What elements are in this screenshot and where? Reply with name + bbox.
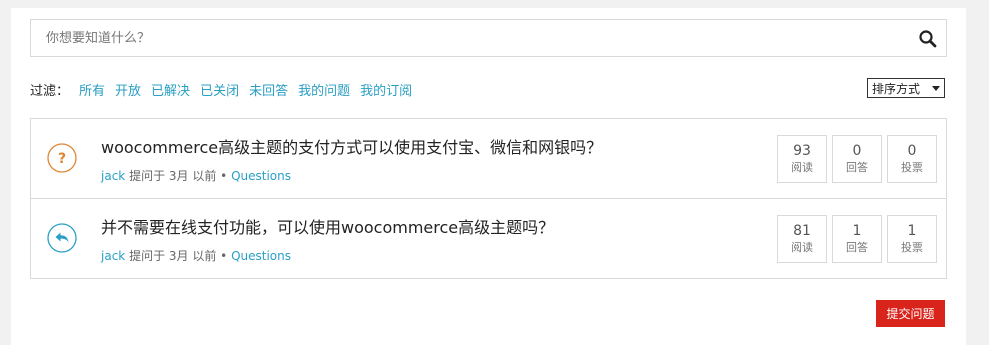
filter-resolved[interactable]: 已解决: [151, 80, 190, 99]
author-link[interactable]: jack: [101, 249, 125, 263]
question-title[interactable]: woocommerce高级主题的支付方式可以使用支付宝、微信和网银吗？: [101, 134, 602, 158]
question-row: ? woocommerce高级主题的支付方式可以使用支付宝、微信和网银吗？ ja…: [31, 119, 946, 199]
filter-my-subscriptions[interactable]: 我的订阅: [360, 80, 412, 99]
search-icon[interactable]: [918, 29, 938, 49]
answers-count: 1 回答: [832, 215, 882, 263]
views-count: 81 阅读: [777, 215, 827, 263]
views-number: 81: [793, 223, 811, 239]
chevron-down-icon: [932, 86, 940, 91]
question-meta: jack 提问于 3月 以前 • Questions: [101, 247, 291, 264]
answers-label: 回答: [846, 161, 868, 174]
sort-select[interactable]: 排序方式: [867, 78, 945, 98]
votes-number: 0: [907, 143, 917, 159]
answers-label: 回答: [846, 241, 868, 254]
views-count: 93 阅读: [777, 135, 827, 183]
meta-separator: •: [220, 169, 228, 183]
answers-number: 1: [852, 223, 862, 239]
filter-bar: 过滤： 所有 开放 已解决 已关闭 未回答 我的问题 我的订阅: [30, 80, 422, 99]
reply-icon: [47, 223, 77, 253]
views-number: 93: [793, 143, 811, 159]
question-row: 并不需要在线支付功能，可以使用woocommerce高级主题吗？ jack 提问…: [31, 199, 946, 279]
ask-question-button[interactable]: 提交问题: [876, 300, 945, 327]
filter-closed[interactable]: 已关闭: [200, 80, 239, 99]
votes-count: 0 投票: [887, 135, 937, 183]
question-meta: jack 提问于 3月 以前 • Questions: [101, 167, 291, 184]
questions-panel: 过滤： 所有 开放 已解决 已关闭 未回答 我的问题 我的订阅 排序方式 ? w…: [11, 8, 966, 345]
question-icon: ?: [47, 143, 77, 173]
views-label: 阅读: [791, 161, 813, 174]
filter-unanswered[interactable]: 未回答: [249, 80, 288, 99]
answers-count: 0 回答: [832, 135, 882, 183]
question-list: ? woocommerce高级主题的支付方式可以使用支付宝、微信和网银吗？ ja…: [30, 118, 947, 279]
meta-separator: •: [220, 249, 228, 263]
search-box: [30, 19, 947, 57]
filter-open[interactable]: 开放: [115, 80, 141, 99]
sort-label: 排序方式: [872, 81, 921, 96]
search-input[interactable]: [31, 20, 891, 56]
filter-all[interactable]: 所有: [79, 80, 105, 99]
question-title[interactable]: 并不需要在线支付功能，可以使用woocommerce高级主题吗？: [101, 214, 554, 238]
votes-label: 投票: [901, 161, 923, 174]
votes-number: 1: [907, 223, 917, 239]
views-label: 阅读: [791, 241, 813, 254]
category-link[interactable]: Questions: [231, 249, 291, 263]
asked-time: 提问于 3月 以前: [129, 249, 217, 263]
votes-label: 投票: [901, 241, 923, 254]
category-link[interactable]: Questions: [231, 169, 291, 183]
filter-my-questions[interactable]: 我的问题: [298, 80, 350, 99]
answers-number: 0: [852, 143, 862, 159]
asked-time: 提问于 3月 以前: [129, 169, 217, 183]
svg-text:?: ?: [58, 151, 66, 167]
author-link[interactable]: jack: [101, 169, 125, 183]
filter-label: 过滤：: [30, 83, 70, 99]
votes-count: 1 投票: [887, 215, 937, 263]
